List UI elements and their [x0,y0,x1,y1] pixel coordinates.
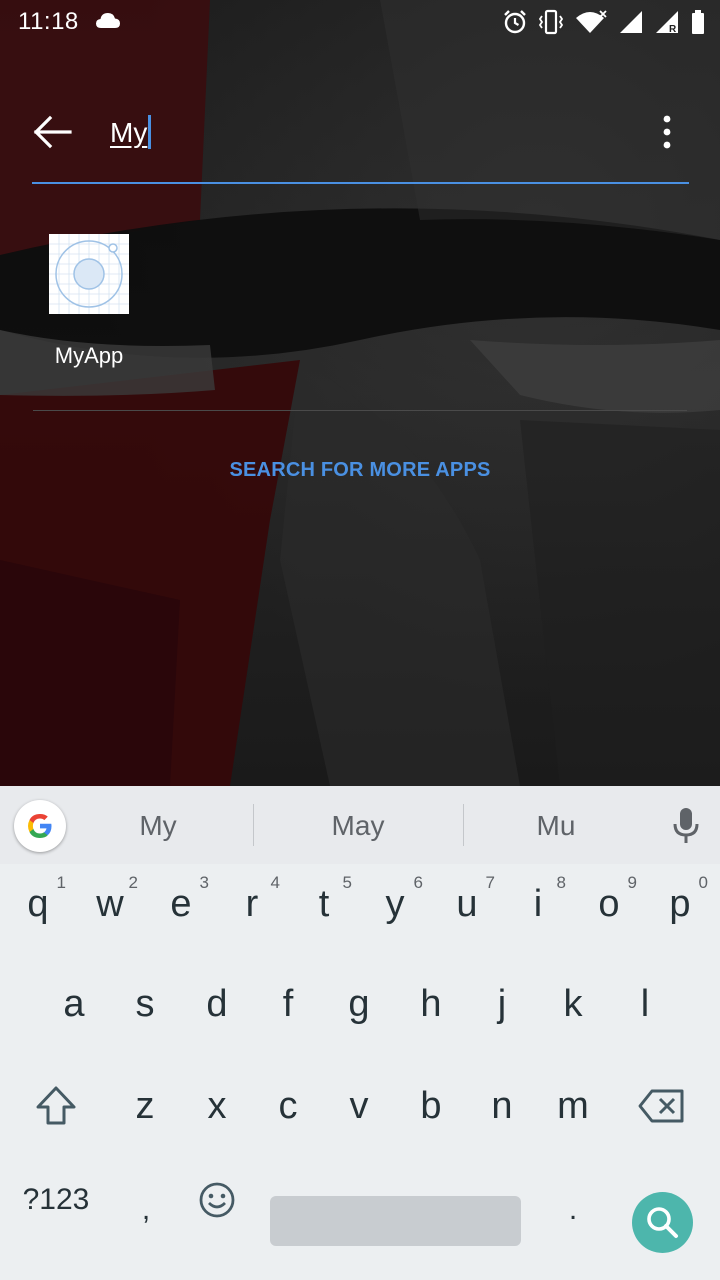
key-hint: 2 [128,873,138,892]
key-y[interactable]: y6 [359,864,431,944]
battery-icon [692,10,704,34]
emoji-icon [199,1182,235,1218]
google-g-icon [28,814,52,838]
key-z[interactable]: z [109,1066,181,1146]
back-arrow-icon [33,115,72,149]
app-result-myapp[interactable]: MyApp [30,230,150,380]
suggestion-3[interactable]: Mu [468,804,644,848]
signal-icon [620,11,642,33]
suggestion-divider [253,804,254,846]
key-q[interactable]: q1 [2,864,74,944]
text-cursor [148,114,152,149]
roaming-signal-icon: R [656,11,678,35]
search-input[interactable]: My [110,110,590,156]
overflow-menu-button[interactable] [652,112,682,152]
back-button[interactable] [30,112,76,152]
app-label: MyApp [54,343,124,368]
key-label: e [170,883,192,925]
search-underline [32,182,689,184]
key-hint: 0 [698,873,708,892]
space-key[interactable] [270,1196,521,1246]
key-label: r [245,883,259,925]
myapp-icon [49,234,129,314]
shift-key[interactable] [20,1066,92,1146]
key-p[interactable]: p0 [644,864,716,944]
key-label: q [27,883,49,925]
mic-icon [673,808,699,843]
google-button[interactable] [14,800,66,852]
search-action-button[interactable] [632,1192,693,1253]
key-j[interactable]: j [466,964,538,1044]
key-n[interactable]: n [466,1066,538,1146]
key-label: w [96,883,124,925]
key-hint: 7 [485,873,495,892]
suggestion-bar: My May Mu [0,786,720,864]
cloud-icon [96,13,120,28]
suggestion-1[interactable]: My [68,804,248,848]
key-hint: 6 [413,873,423,892]
key-x[interactable]: x [181,1066,253,1146]
backspace-key[interactable] [626,1066,698,1146]
alarm-icon [504,10,526,34]
key-r[interactable]: r4 [216,864,288,944]
key-label: u [456,883,478,925]
search-query-text: My [110,117,148,148]
key-v[interactable]: v [323,1066,395,1146]
key-t[interactable]: t5 [288,864,360,944]
key-label: o [598,883,620,925]
search-more-apps-button[interactable]: SEARCH FOR MORE APPS [160,452,560,488]
mic-button[interactable] [668,806,704,846]
key-i[interactable]: i8 [502,864,574,944]
status-icons: R [502,8,706,36]
key-l[interactable]: l [609,964,681,1044]
wifi-icon [576,10,607,33]
key-hint: 1 [56,873,66,892]
key-u[interactable]: u7 [431,864,503,944]
key-b[interactable]: b [395,1066,467,1146]
key-a[interactable]: a [38,964,110,1044]
vibrate-icon [538,9,564,35]
key-s[interactable]: s [109,964,181,1044]
key-label: i [533,883,543,925]
status-bar: 11:18 R [0,0,720,44]
suggestion-2[interactable]: May [258,804,458,848]
status-time: 11:18 [18,8,79,35]
key-d[interactable]: d [181,964,253,1044]
more-vert-icon [663,115,671,149]
key-o[interactable]: o9 [573,864,645,944]
key-k[interactable]: k [537,964,609,1044]
key-hint: 8 [556,873,566,892]
key-h[interactable]: h [395,964,467,1044]
search-icon [647,1207,678,1238]
suggestion-divider [463,804,464,846]
key-hint: 9 [627,873,637,892]
comma-key[interactable]: , [110,1170,182,1250]
key-e[interactable]: e3 [145,864,217,944]
key-w[interactable]: w2 [74,864,146,944]
shift-icon [36,1086,76,1125]
key-c[interactable]: c [252,1066,324,1146]
svg-text:R: R [669,24,677,35]
symbols-key[interactable]: ?123 [10,1160,102,1240]
period-key[interactable]: . [537,1170,609,1250]
key-hint: 3 [199,873,209,892]
results-divider [33,410,687,411]
key-label: t [318,883,330,925]
key-f[interactable]: f [252,964,324,1044]
key-m[interactable]: m [537,1066,609,1146]
key-g[interactable]: g [323,964,395,1044]
key-label: p [669,883,691,925]
key-label: y [385,883,405,925]
key-hint: 4 [270,873,280,892]
backspace-icon [638,1089,684,1123]
emoji-key[interactable] [181,1160,253,1240]
keyboard: My May Mu q1 w2 e3 r4 t5 y6 u7 i8 o9 p0 … [0,786,720,1280]
key-hint: 5 [342,873,352,892]
